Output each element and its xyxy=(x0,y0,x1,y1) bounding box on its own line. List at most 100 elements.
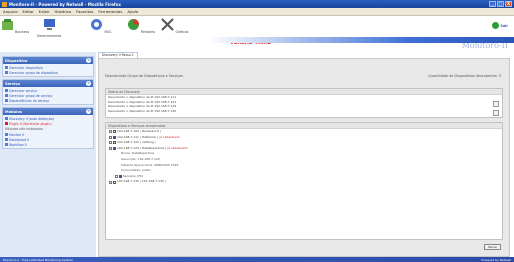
tree-row[interactable]: 192.168.7.130 | 192.168.7.130 | xyxy=(106,179,502,185)
already-registered-badge: já cadastrado xyxy=(159,134,180,139)
dependency-icon xyxy=(5,99,8,102)
sidebar-item-label: Plugin II (Gerenciar plugin) xyxy=(9,121,52,126)
tool-relatorio[interactable]: Relatório xyxy=(126,18,156,34)
found-devices-box: Dispositivos e Serviços encontrados 192.… xyxy=(105,122,503,240)
device-icon xyxy=(5,66,8,69)
panel-dispositivo: Dispositivo « Gerenciar dispositivo Gere… xyxy=(2,56,94,77)
window-titlebar: Monitoro-II - Powered by Netwall - Mozil… xyxy=(0,0,514,8)
tool-noc[interactable]: NOC xyxy=(86,18,116,34)
status-right: Powered by Netwall xyxy=(481,257,511,262)
expand-icon[interactable] xyxy=(115,175,118,179)
expand-icon[interactable] xyxy=(109,141,112,145)
module-icon xyxy=(5,143,8,146)
menu-arquivo[interactable]: Arquivo xyxy=(3,9,18,14)
maximize-button[interactable]: □ xyxy=(497,1,504,7)
service-icon xyxy=(5,89,8,92)
expand-icon[interactable] xyxy=(109,130,112,134)
module-icon xyxy=(5,138,8,141)
expand-icon[interactable] xyxy=(109,147,112,151)
expand-icon[interactable] xyxy=(109,180,112,184)
noc-icon xyxy=(91,19,103,30)
business-icon xyxy=(1,19,13,30)
expand-icon[interactable] xyxy=(109,135,112,139)
sidebar-item-grupo-dispositivo[interactable]: Gerenciar grupo de dispositivo xyxy=(3,70,93,75)
discovery-icon xyxy=(5,117,8,120)
sidebar-item-label: Dashboard II xyxy=(9,137,30,142)
scrollbar[interactable] xyxy=(493,101,499,119)
menu-ferramentas[interactable]: Ferramentas xyxy=(98,9,122,14)
save-button[interactable]: Salvar xyxy=(484,244,501,250)
panel-title: Módulos xyxy=(5,109,23,114)
tool-noc-label: NOC xyxy=(104,30,112,34)
menu-exibir[interactable]: Exibir xyxy=(39,9,50,14)
sidebar-item-label: Gerenciar grupo de dispositivo xyxy=(9,70,58,75)
sidebar-item-label: Gerenciar dispositivo xyxy=(9,65,43,70)
device-count: Quantidade de Dispositivos descobertos: … xyxy=(428,74,501,78)
power-icon xyxy=(492,22,500,29)
minimize-button[interactable]: _ xyxy=(489,1,496,7)
module-icon xyxy=(5,133,8,136)
main-area: Discovery II Passo 2 Descobrindo Grupo d… xyxy=(98,52,510,257)
scroll-down-icon[interactable] xyxy=(493,110,499,116)
tool-relatorio-label: Relatório xyxy=(140,30,156,34)
tool-graficos[interactable]: Gráficos xyxy=(160,18,190,34)
row-checkbox[interactable] xyxy=(113,130,116,134)
panel-header[interactable]: Módulos « xyxy=(3,108,93,115)
sidebar-item-label: Gerenciar grupo de serviço xyxy=(9,93,53,98)
status-bar: Monitoro-II - Free Unlimited Monitoring … xyxy=(0,257,514,262)
row-checkbox[interactable] xyxy=(113,141,116,145)
panel-header[interactable]: Serviço « xyxy=(3,80,93,87)
device-tree: 192.168.7.100 | Hardware 6 | 192.168.7.11… xyxy=(106,129,502,185)
tool-business[interactable]: Business xyxy=(0,18,30,34)
panel-title: Serviço xyxy=(5,81,20,86)
panel-servico: Serviço « Gerenciar serviço Gerenciar gr… xyxy=(2,79,94,105)
app-icon xyxy=(2,1,7,7)
tool-gerenciamento[interactable]: Gerenciamento xyxy=(34,18,64,38)
menu-historico[interactable]: Histórico xyxy=(55,9,72,14)
group-icon xyxy=(5,71,8,74)
row-checkbox[interactable] xyxy=(113,147,116,151)
group-icon xyxy=(5,94,8,97)
menu-favoritos[interactable]: Favoritos xyxy=(76,9,93,14)
discovery-panel: Descobrindo Grupo de Dispositivos e Serv… xyxy=(98,58,510,257)
collapse-icon[interactable]: « xyxy=(86,109,91,114)
sidebar-item-workflow[interactable]: Workflow II xyxy=(3,142,93,147)
computer-icon xyxy=(43,19,55,30)
sidebar-item-dependencias[interactable]: Dependências de serviço xyxy=(3,98,93,103)
sidebar-item-label: Dependências de serviço xyxy=(9,98,50,103)
panel-header[interactable]: Dispositivo « xyxy=(3,57,93,64)
tool-graficos-label: Gráficos xyxy=(175,30,189,34)
menu-editar[interactable]: Editar xyxy=(23,9,34,14)
window-controls: _ □ X xyxy=(489,1,512,7)
sidebar-item-label: Monitor II xyxy=(9,132,25,137)
status-left: Monitoro-II - Free Unlimited Monitoring … xyxy=(3,257,73,262)
row-checkbox[interactable] xyxy=(113,180,116,184)
list-item: Descoberto o dispositivo de IP 192.168.7… xyxy=(108,108,177,113)
already-registered-badge: já cadastrado xyxy=(167,145,188,150)
sidebar-item-label: Discovery II (auto detecção) xyxy=(9,116,54,121)
collapse-icon[interactable]: « xyxy=(86,81,91,86)
sidebar-item-label: Workflow II xyxy=(9,142,27,147)
tool-business-label: Business xyxy=(14,30,30,34)
tools-icon xyxy=(161,18,175,31)
panel-title: Dispositivo xyxy=(5,58,28,63)
sidebar: Dispositivo « Gerenciar dispositivo Gere… xyxy=(0,52,96,257)
tree-row-label: 192.168.7.130 | 192.168.7.130 | xyxy=(117,179,166,184)
menu-ajuda[interactable]: Ajuda xyxy=(127,9,138,14)
brand-stripe xyxy=(0,37,514,43)
sidebar-item-label: Gerenciar serviço xyxy=(9,88,37,93)
menu-bar: Arquivo Editar Exibir Histórico Favorito… xyxy=(0,8,514,16)
exit-label: Sair xyxy=(500,23,508,28)
report-pie-icon xyxy=(127,19,139,30)
page-title: Descobrindo Grupo de Dispositivos e Serv… xyxy=(105,74,184,78)
collapse-icon[interactable]: « xyxy=(86,58,91,63)
window-title: Monitoro-II - Powered by Netwall - Mozil… xyxy=(9,1,121,7)
exit-button[interactable]: Sair xyxy=(492,22,508,29)
close-button[interactable]: X xyxy=(505,1,512,7)
panel-modulos: Módulos « Discovery II (auto detecção) P… xyxy=(2,107,94,149)
scroll-up-icon[interactable] xyxy=(493,101,499,107)
plugin-icon xyxy=(5,122,8,125)
discovery-status-box: Status do Discovery Descoberto o disposi… xyxy=(105,88,503,118)
row-checkbox[interactable] xyxy=(119,175,122,179)
row-checkbox[interactable] xyxy=(113,135,116,139)
